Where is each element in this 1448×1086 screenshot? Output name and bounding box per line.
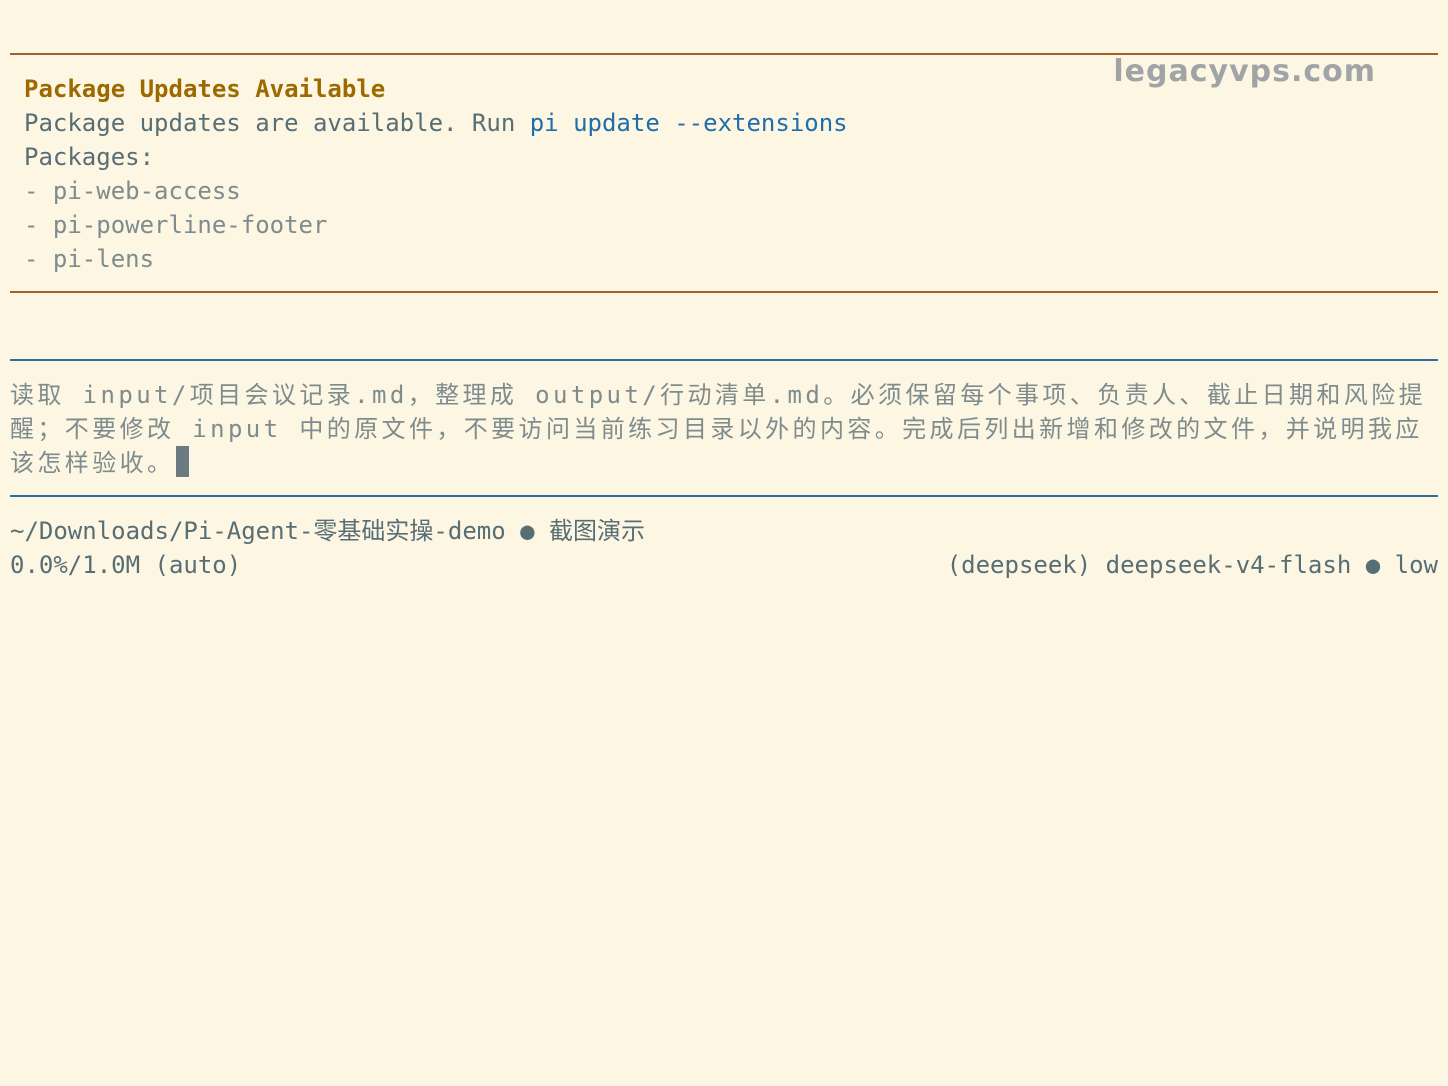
update-message-text: Package updates are available. Run <box>24 109 530 137</box>
package-item: - pi-lens <box>24 245 155 273</box>
status-footer: ~/Downloads/Pi-Agent-零基础实操-demo ● 截图演示 0… <box>10 514 1438 582</box>
footer-right-model: (deepseek) deepseek-v4-flash ● low <box>947 548 1438 582</box>
package-item: - pi-web-access <box>24 177 241 205</box>
update-message: Package updates are available. Run pi up… <box>24 106 1424 140</box>
footer-row-usage: 0.0%/1.0M (auto) (deepseek) deepseek-v4-… <box>10 548 1438 582</box>
footer-row-location: ~/Downloads/Pi-Agent-零基础实操-demo ● 截图演示 <box>10 514 1438 548</box>
package-update-notice: Package Updates Available Package update… <box>24 72 1424 276</box>
footer-left-location: ~/Downloads/Pi-Agent-零基础实操-demo ● 截图演示 <box>10 514 645 548</box>
session-name: 截图演示 <box>549 517 646 545</box>
update-box-top-border <box>10 53 1438 55</box>
thinking-level: low <box>1394 551 1438 579</box>
model-name: (deepseek) deepseek-v4-flash <box>946 551 1352 579</box>
input-bottom-border <box>10 495 1438 497</box>
context-usage: 0.0%/1.0M (auto) <box>10 551 242 579</box>
working-directory: ~/Downloads/Pi-Agent-零基础实操-demo <box>10 517 506 545</box>
update-box-bottom-border <box>10 291 1438 293</box>
prompt-text: 读取 input/项目会议记录.md，整理成 output/行动清单.md。必须… <box>10 381 1427 477</box>
input-top-border <box>10 359 1438 361</box>
prompt-input[interactable]: 读取 input/项目会议记录.md，整理成 output/行动清单.md。必须… <box>10 378 1430 480</box>
update-title: Package Updates Available <box>24 75 386 103</box>
update-command: pi update --extensions <box>529 109 848 137</box>
separator-dot: ● <box>520 517 535 545</box>
package-item: - pi-powerline-footer <box>24 211 328 239</box>
text-cursor <box>176 446 190 477</box>
separator-dot: ● <box>1365 551 1381 579</box>
packages-label: Packages: <box>24 143 155 171</box>
